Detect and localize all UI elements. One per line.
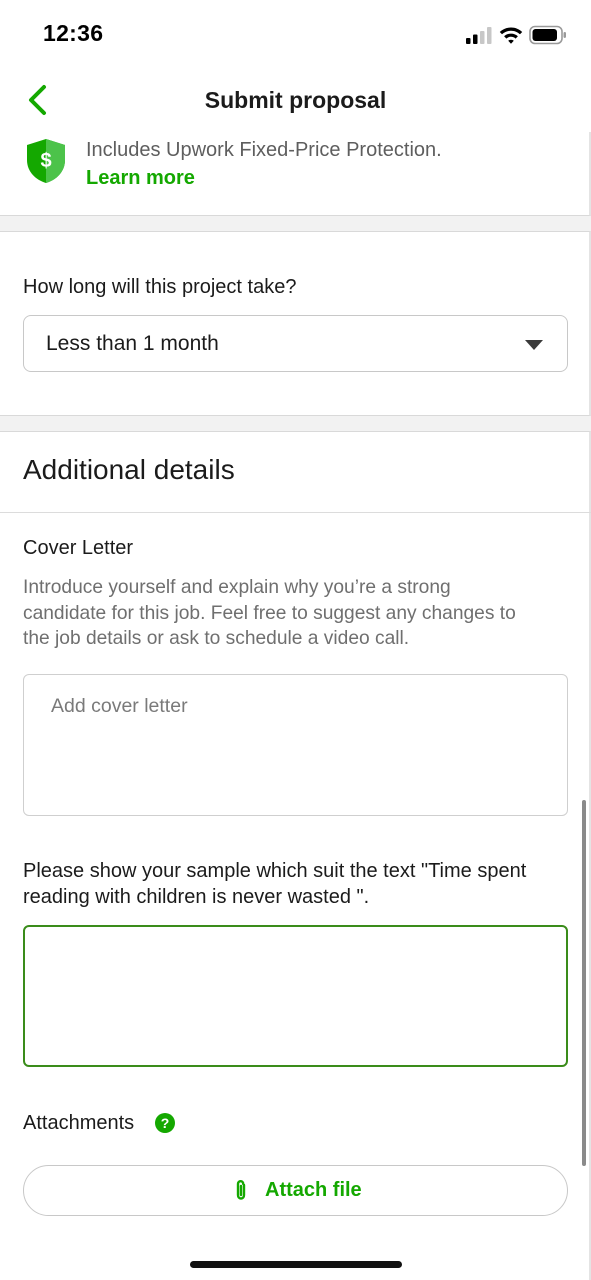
cover-letter-label: Cover Letter (23, 537, 134, 559)
attach-file-label: Attach file (265, 1179, 362, 1201)
navigation-bar: Submit proposal (0, 70, 591, 132)
attachments-label: Attachments (23, 1112, 135, 1134)
learn-more-link[interactable]: Learn more (86, 167, 195, 190)
protection-description: Includes Upwork Fixed-Price Protection. (86, 139, 442, 161)
divider (0, 512, 591, 513)
helper-line: candidate for this job. Feel free to sug… (23, 602, 516, 624)
cover-letter-placeholder: Add cover letter (51, 695, 188, 717)
svg-text:$: $ (40, 150, 51, 172)
cover-letter-helper-text: Introduce yourself and explain why you’r… (23, 575, 568, 652)
status-bar: 12:36 (0, 0, 591, 70)
battery-icon (529, 25, 566, 45)
screening-question: Please show your sample which suit the t… (23, 859, 573, 910)
question-line: Please show your sample which suit the t… (23, 860, 527, 882)
helper-line: the job details or ask to schedule a vid… (23, 628, 410, 649)
attach-file-button[interactable]: Attach file (23, 1165, 568, 1216)
help-question-icon[interactable]: ? (155, 1113, 175, 1133)
screening-answer-input[interactable] (23, 925, 568, 1067)
paperclip-icon (236, 1179, 246, 1200)
page-title: Submit proposal (204, 87, 387, 113)
helper-line: Introduce yourself and explain why you’r… (23, 577, 451, 598)
additional-details-title: Additional details (23, 454, 235, 485)
duration-label: How long will this project take? (23, 276, 297, 298)
cellular-signal-icon (466, 27, 492, 44)
duration-selected-value: Less than 1 month (46, 332, 219, 355)
shield-dollar-icon: $ (27, 139, 65, 183)
section-gap (0, 416, 591, 431)
question-line: reading with children is never wasted ". (23, 885, 370, 908)
duration-select[interactable]: Less than 1 month (23, 315, 568, 372)
section-gap (0, 216, 591, 231)
wifi-icon (499, 27, 523, 44)
caret-down-icon (525, 340, 543, 350)
status-time: 12:36 (43, 20, 104, 46)
cover-letter-input[interactable]: Add cover letter (23, 674, 568, 816)
home-indicator (190, 1261, 402, 1268)
scrollbar[interactable] (582, 800, 586, 1166)
